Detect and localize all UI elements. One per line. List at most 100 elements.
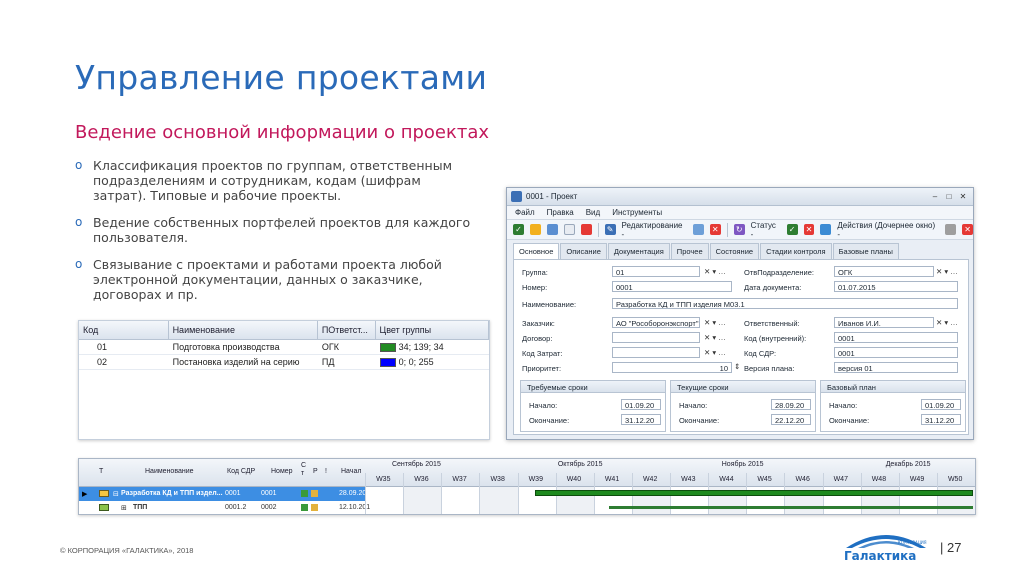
group-label: Группа:: [522, 268, 548, 277]
document-icon[interactable]: [563, 224, 575, 235]
docdate-field[interactable]: 01.07.2015: [834, 281, 958, 292]
field-clear-icon[interactable]: ✕ ▾ …: [704, 348, 726, 357]
tab-main[interactable]: Основное: [513, 243, 560, 259]
column-header-name[interactable]: Наименование: [145, 468, 194, 475]
field-clear-icon[interactable]: ✕ ▾ …: [936, 267, 958, 276]
week-label: W43: [681, 476, 696, 483]
copyright-footer: © КОРПОРАЦИЯ «ГАЛАКТИКА», 2018: [60, 546, 194, 555]
customer-field[interactable]: АО "Рособоронэкспорт": [612, 317, 700, 328]
column-header-priority[interactable]: !: [325, 468, 327, 475]
month-label: Сентябрь 2015: [391, 461, 441, 468]
tab-baseline-plans[interactable]: Базовые планы: [832, 243, 899, 259]
close-icon[interactable]: ✕: [957, 192, 969, 202]
status-icon: [301, 490, 308, 497]
menu-edit[interactable]: Правка: [547, 208, 574, 217]
column-header-t[interactable]: Т: [99, 468, 103, 475]
window-app-icon: [511, 191, 522, 202]
approve-icon[interactable]: ✓: [786, 224, 798, 235]
window-titlebar[interactable]: 0001 - Проект – □ ✕: [507, 188, 973, 206]
field-clear-icon[interactable]: ✕ ▾ …: [704, 267, 726, 276]
main-form: Группа: 01 ✕ ▾ … Номер: 0001 Наименовани…: [513, 259, 969, 435]
week-label: W41: [604, 476, 620, 483]
start-date-field[interactable]: 28.09.20: [771, 399, 811, 410]
cancel-icon[interactable]: ✕: [962, 224, 974, 235]
expand-icon[interactable]: ⊞: [121, 504, 127, 512]
actions-button[interactable]: Действия (Дочернее окно) -: [837, 221, 939, 239]
menu-file[interactable]: Файл: [515, 208, 535, 217]
column-header-code[interactable]: Код: [79, 321, 169, 339]
folder-icon[interactable]: [529, 224, 541, 235]
costcode-field[interactable]: [612, 347, 700, 358]
task-number: 0002: [261, 504, 277, 511]
spin-icon[interactable]: ⇕: [734, 362, 740, 371]
tab-description[interactable]: Описание: [560, 243, 607, 259]
gantt-row[interactable]: ▶ ⊟ Разработка КД и ТПП издел... 0001 00…: [79, 487, 370, 501]
end-date-field[interactable]: 31.12.20: [621, 414, 661, 425]
tab-state[interactable]: Состояние: [709, 243, 760, 259]
reject-icon[interactable]: ✕: [803, 224, 815, 235]
end-date-field[interactable]: 31.12.20: [921, 414, 961, 425]
tab-documentation[interactable]: Документация: [607, 243, 670, 259]
start-date-field[interactable]: 01.09.20: [621, 399, 661, 410]
refresh-icon[interactable]: ↻: [733, 224, 745, 235]
status-icon: [301, 504, 308, 511]
box-title: Базовый план: [821, 381, 965, 393]
end-date-field[interactable]: 22.12.20: [771, 414, 811, 425]
column-header-resp[interactable]: ПОтветст...: [318, 321, 376, 339]
cell-code: 01: [97, 342, 108, 352]
cell-color: 34; 139; 34: [376, 340, 489, 354]
box-title: Текущие сроки: [671, 381, 815, 393]
column-header-wbs[interactable]: Код СДР: [227, 468, 255, 475]
minimize-icon[interactable]: –: [929, 192, 941, 202]
page-number: | 27: [940, 540, 962, 555]
flag-icon[interactable]: [580, 224, 592, 235]
end-label: Окончание:: [679, 416, 720, 425]
project-window: 0001 - Проект – □ ✕ Файл Правка Вид Инст…: [506, 187, 974, 440]
maximize-icon[interactable]: □: [943, 192, 955, 202]
week-label: W42: [642, 476, 658, 483]
exit-icon[interactable]: [945, 224, 957, 235]
column-header-name[interactable]: Наименование: [169, 321, 318, 339]
task-name: Разработка КД и ТПП издел...: [121, 490, 223, 497]
menu-tools[interactable]: Инструменты: [612, 208, 662, 217]
save-icon[interactable]: ✓: [513, 224, 524, 235]
table-row[interactable]: 02 Постановка изделий на серию ПД 0; 0; …: [79, 355, 489, 370]
task-icon: [99, 504, 109, 511]
column-header-color[interactable]: Цвет группы: [376, 321, 489, 339]
copy-icon[interactable]: [692, 224, 704, 235]
project-groups-table: Код Наименование ПОтветст... Цвет группы…: [78, 320, 490, 440]
tab-other[interactable]: Прочее: [670, 243, 709, 259]
column-header-ct[interactable]: С т: [301, 462, 307, 478]
field-clear-icon[interactable]: ✕ ▾ …: [936, 318, 958, 327]
table-row[interactable]: 01 Подготовка производства ОГК 34; 139; …: [79, 340, 489, 355]
resp-field[interactable]: Иванов И.И.: [834, 317, 934, 328]
bullet-list: Классификация проектов по группам, ответ…: [75, 158, 475, 314]
expand-icon[interactable]: ⊟: [113, 490, 119, 498]
dept-field[interactable]: ОГК: [834, 266, 934, 277]
planver-field[interactable]: версия 01: [834, 362, 958, 373]
menu-view[interactable]: Вид: [586, 208, 600, 217]
contract-field[interactable]: [612, 332, 700, 343]
gantt-row[interactable]: ⊞ ТПП 0001.2 0002 12.10.201: [79, 501, 370, 515]
print-icon[interactable]: [546, 224, 558, 235]
field-clear-icon[interactable]: ✕ ▾ …: [704, 333, 726, 342]
edit-mode-button[interactable]: Редактирование -: [622, 221, 687, 239]
column-header-number[interactable]: Номер: [271, 468, 293, 475]
gantt-timeline: Сентябрь 2015 Октябрь 2015 Ноябрь 2015 Дека…: [365, 459, 975, 514]
number-field[interactable]: 0001: [612, 281, 732, 292]
priority-field[interactable]: 10: [612, 362, 732, 373]
task-bar[interactable]: [609, 506, 973, 509]
name-field[interactable]: Разработка КД и ТПП изделия М03.1: [612, 298, 958, 309]
column-header-start[interactable]: Начал: [341, 468, 361, 475]
tab-control-stages[interactable]: Стадии контроля: [760, 243, 832, 259]
delete-icon[interactable]: ✕: [709, 224, 721, 235]
status-button[interactable]: Статус -: [751, 221, 781, 239]
start-date-field[interactable]: 01.09.20: [921, 399, 961, 410]
wbs-field[interactable]: 0001: [834, 347, 958, 358]
column-header-r[interactable]: Р: [313, 468, 318, 475]
summary-task-bar[interactable]: [534, 490, 973, 496]
intcode-field[interactable]: 0001: [834, 332, 958, 343]
end-label: Окончание:: [529, 416, 570, 425]
group-field[interactable]: 01: [612, 266, 700, 277]
field-clear-icon[interactable]: ✕ ▾ …: [704, 318, 726, 327]
